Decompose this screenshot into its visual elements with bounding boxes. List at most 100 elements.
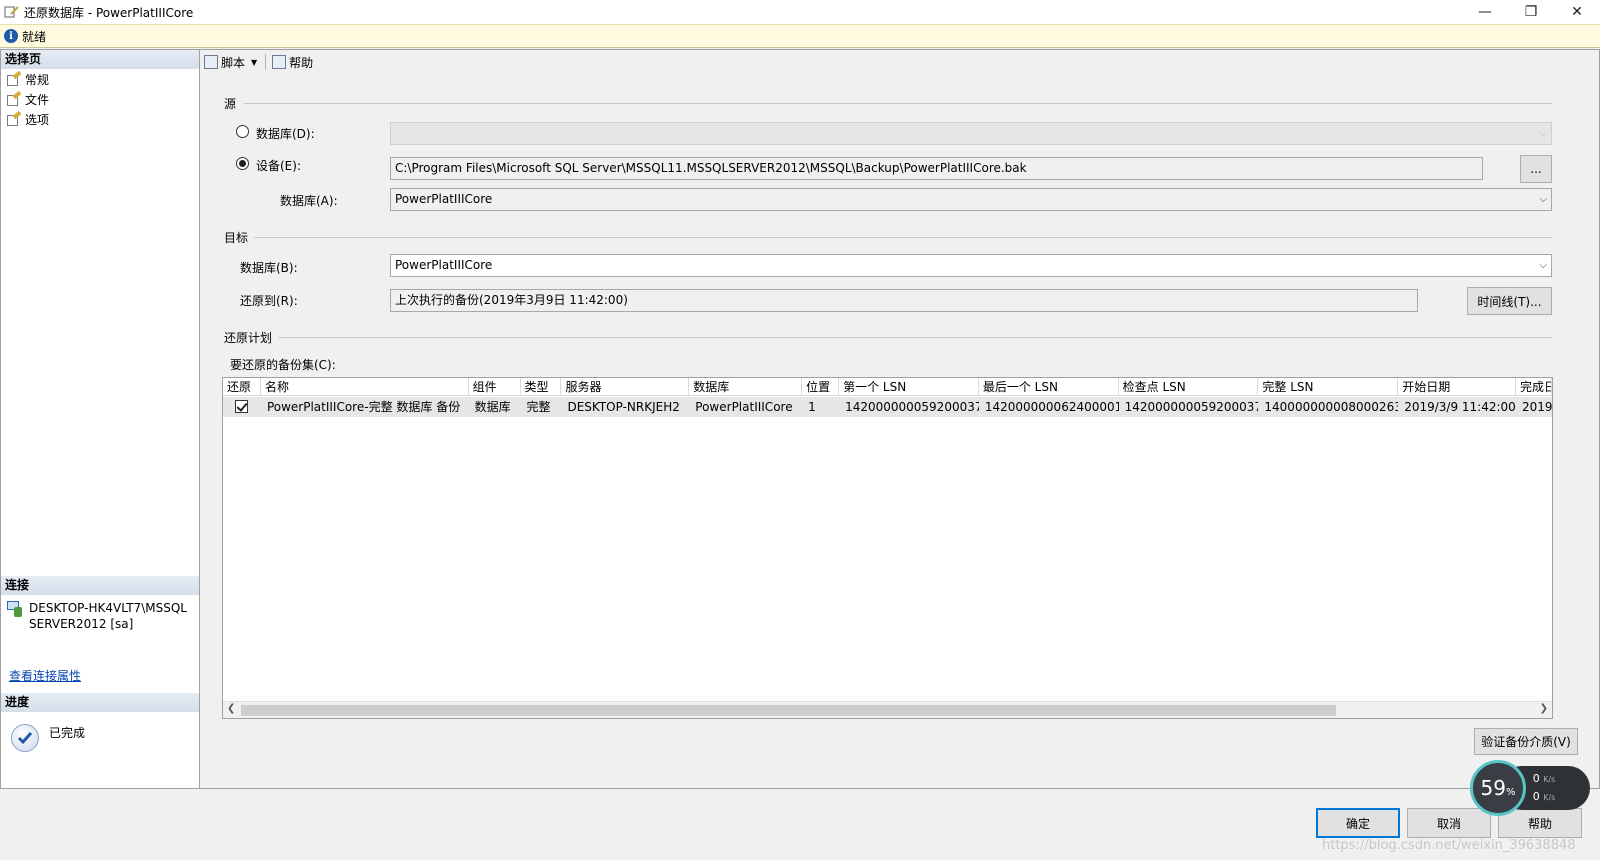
script-icon [204, 55, 218, 69]
restore-to-label: 还原到(R): [240, 294, 298, 308]
progress-status: 已完成 [49, 726, 86, 740]
chevron-down-icon[interactable]: ▼ [251, 58, 257, 67]
page-wrench-icon [7, 70, 22, 86]
page-wrench-icon [7, 90, 22, 106]
connection-header: 连接 [1, 576, 199, 595]
database-radio[interactable] [236, 125, 249, 138]
chevron-down-icon: ⌵ [1539, 128, 1547, 139]
speed-percent-circle: 59% [1470, 760, 1526, 816]
speed-percent: 59 [1480, 776, 1506, 800]
column-header[interactable]: 第一个 LSN [839, 378, 979, 396]
script-label: 脚本 [221, 55, 246, 70]
column-header[interactable]: 位置 [802, 378, 840, 396]
component-cell: 数据库 [474, 400, 511, 414]
grid-header: 还原 名称 组件 类型 服务器 数据库 位置 第一个 LSN 最后一个 LSN … [223, 378, 1552, 396]
backup-sets-label: 要还原的备份集(C): [230, 358, 336, 372]
column-header[interactable]: 完成日 [1516, 378, 1552, 396]
minimize-button[interactable]: — [1462, 0, 1508, 24]
column-header[interactable]: 开始日期 [1398, 378, 1517, 396]
source-group-line [244, 103, 1552, 104]
toolbar-separator [265, 54, 267, 70]
server-cell: DESKTOP-NRKJEH2 [567, 400, 680, 414]
plan-group-label: 还原计划 [224, 331, 273, 345]
toolbar: 脚本 ▼ 帮助 [200, 50, 1599, 74]
target-db-value: PowerPlatIIICore [395, 258, 493, 272]
target-group-label: 目标 [224, 231, 249, 245]
source-db-label: 数据库(A): [280, 194, 338, 208]
progress-section: 进度 已完成 [1, 693, 199, 760]
type-cell: 完整 [526, 400, 551, 414]
source-db-select[interactable]: PowerPlatIIICore ⌵ [390, 188, 1552, 211]
watermark: https://blog.csdn.net/weixin_39638848 [1322, 838, 1576, 853]
page-item-options[interactable]: 选项 [1, 109, 199, 129]
column-header[interactable]: 最后一个 LSN [978, 378, 1119, 396]
page-wrench-icon [7, 110, 22, 126]
column-header[interactable]: 检查点 LSN [1118, 378, 1259, 396]
column-header[interactable]: 完整 LSN [1258, 378, 1399, 396]
target-group-line [254, 237, 1552, 238]
checkpoint-lsn-cell: 142000000059200037 [1124, 400, 1259, 414]
column-header[interactable]: 服务器 [561, 378, 690, 396]
window-title: 还原数据库 - PowerPlatIIICore [24, 5, 194, 20]
scrollbar-thumb[interactable] [241, 705, 1336, 716]
source-database-select: ⌵ [390, 122, 1552, 145]
full-lsn-cell: 140000000008000263 [1264, 400, 1399, 414]
progress-header: 进度 [1, 693, 199, 712]
chevron-down-icon[interactable]: ⌵ [1539, 189, 1547, 210]
database-radio-label: 数据库(D): [256, 127, 315, 141]
chevron-right-icon[interactable]: ❯ [1540, 703, 1548, 714]
backup-sets-grid: 还原 名称 组件 类型 服务器 数据库 位置 第一个 LSN 最后一个 LSN … [222, 377, 1553, 719]
column-header[interactable]: 名称 [260, 378, 469, 396]
maximize-button[interactable]: ❐ [1508, 0, 1554, 24]
table-row[interactable]: PowerPlatIIICore-完整 数据库 备份 数据库 完整 DESKTO… [223, 397, 1552, 417]
finish-date-cell: 2019 [1522, 400, 1552, 414]
connection-section: 连接 DESKTOP-HK4VLT7\MSSQL SERVER2012 [sa]… [1, 576, 199, 684]
source-group-label: 源 [224, 97, 237, 111]
title-bar: 还原数据库 - PowerPlatIIICore — ❐ ✕ [0, 0, 1600, 24]
browse-device-button[interactable]: ... [1520, 155, 1552, 183]
timeline-button[interactable]: 时间线(T)... [1467, 287, 1552, 315]
position-cell: 1 [808, 400, 816, 414]
device-path-field[interactable]: C:\Program Files\Microsoft SQL Server\MS… [390, 157, 1483, 180]
window-controls: — ❐ ✕ [1462, 0, 1600, 24]
device-radio[interactable] [236, 157, 249, 170]
network-speed-widget[interactable]: ↑ 0 K/s ↓ 0 K/s 59% [1470, 760, 1592, 816]
column-header[interactable]: 数据库 [689, 378, 803, 396]
restore-checkbox[interactable] [235, 400, 248, 413]
device-radio-label: 设备(E): [256, 159, 301, 173]
name-cell: PowerPlatIIICore-完整 数据库 备份 [266, 400, 461, 414]
page-item-files[interactable]: 文件 [1, 89, 199, 109]
column-header[interactable]: 还原 [223, 378, 261, 396]
view-connection-properties-link[interactable]: 查看连接属性 [1, 669, 81, 683]
server-connection-icon [7, 601, 23, 617]
start-date-cell: 2019/3/9 11:42:00 [1404, 400, 1516, 414]
page-item-general[interactable]: 常规 [1, 69, 199, 89]
column-header[interactable]: 类型 [520, 378, 562, 396]
status-text: 就绪 [22, 29, 47, 44]
right-pane: 脚本 ▼ 帮助 源 数据库(D): ⌵ 设备(E): C:\Program Fi… [200, 49, 1600, 789]
page-item-label: 选项 [25, 112, 50, 127]
database-cell: PowerPlatIIICore [695, 400, 793, 414]
status-bar: i 就绪 [0, 24, 1600, 48]
completed-check-icon [11, 724, 39, 752]
chevron-left-icon[interactable]: ❮ [227, 703, 235, 714]
last-lsn-cell: 142000000062400001 [984, 400, 1119, 414]
connection-server: DESKTOP-HK4VLT7\MSSQL [29, 601, 187, 615]
verify-backup-media-button[interactable]: 验证备份介质(V) [1474, 728, 1578, 755]
close-button[interactable]: ✕ [1554, 0, 1600, 24]
connection-info: DESKTOP-HK4VLT7\MSSQL SERVER2012 [sa] [1, 595, 199, 631]
script-button[interactable]: 脚本 ▼ [204, 54, 257, 71]
column-header[interactable]: 组件 [468, 378, 521, 396]
help-toolbar-button[interactable]: 帮助 [272, 54, 313, 71]
connection-user: SERVER2012 [sa] [29, 617, 134, 631]
target-db-label: 数据库(B): [240, 261, 298, 275]
page-item-label: 文件 [25, 92, 50, 107]
source-db-value: PowerPlatIIICore [395, 192, 493, 206]
chevron-down-icon[interactable]: ⌵ [1539, 255, 1547, 276]
horizontal-scrollbar[interactable]: ❮ ❯ [223, 701, 1552, 718]
target-db-combobox[interactable]: PowerPlatIIICore ⌵ [390, 254, 1552, 277]
left-pane: 选择页 常规 文件 选项 连接 DESKTOP-HK4VLT7\MSSQL SE… [0, 49, 200, 789]
ok-button[interactable]: 确定 [1316, 808, 1400, 838]
first-lsn-cell: 142000000059200037 [845, 400, 979, 414]
page-item-label: 常规 [25, 72, 50, 87]
